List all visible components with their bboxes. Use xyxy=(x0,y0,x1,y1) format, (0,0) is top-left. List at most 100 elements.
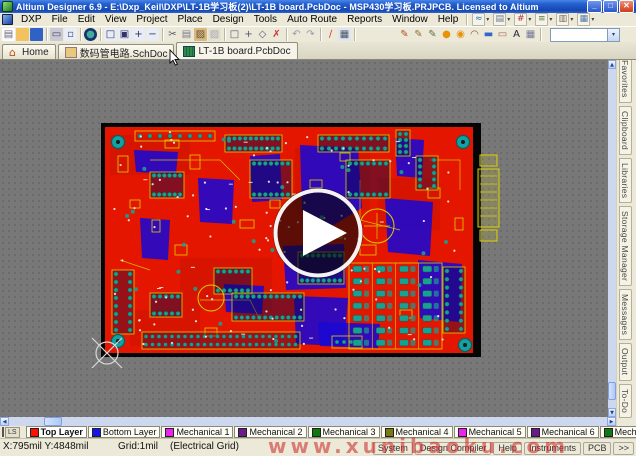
menu-tools[interactable]: Tools xyxy=(249,13,282,26)
move-object-icon[interactable]: + xyxy=(242,28,255,41)
zoom-fit-document-icon[interactable]: □ xyxy=(104,28,117,41)
menu-place[interactable]: Place xyxy=(173,13,208,26)
panel-tab-favorites[interactable]: Favorites xyxy=(619,60,632,103)
panel-tab-messages[interactable]: Messages xyxy=(619,289,632,340)
layer-tab-mechanical-2[interactable]: Mechanical 2 xyxy=(234,426,306,438)
layer-tab-top-layer[interactable]: Top Layer xyxy=(26,426,87,438)
undo-icon[interactable]: ↶ xyxy=(290,28,303,41)
zoom-in-icon[interactable]: + xyxy=(132,28,145,41)
document-options-icon[interactable]: ▤ xyxy=(493,13,506,26)
board-options-icon-dropdown[interactable]: ▾ xyxy=(570,16,573,23)
selection-filter-icon[interactable]: ≈ xyxy=(472,13,485,26)
select-area-icon[interactable]: □ xyxy=(228,28,241,41)
panel-tab-storage-manager[interactable]: Storage Manager xyxy=(619,206,632,286)
place-component-icon[interactable]: ▦ xyxy=(524,28,537,41)
panel-tab-clipboard[interactable]: Clipboard xyxy=(619,106,632,155)
document-options-icon-dropdown[interactable]: ▾ xyxy=(507,16,510,23)
close-button[interactable]: ✕ xyxy=(619,0,634,13)
play-button[interactable] xyxy=(273,188,363,278)
redo-icon[interactable]: ↷ xyxy=(304,28,317,41)
panel-tab-libraries[interactable]: Libraries xyxy=(619,158,632,203)
layer-tab-mechanical-3[interactable]: Mechanical 3 xyxy=(308,426,380,438)
place-string-icon[interactable]: A xyxy=(510,28,523,41)
layer-stack-icon[interactable]: ≡ xyxy=(535,13,548,26)
horizontal-scroll-thumb[interactable] xyxy=(44,417,62,426)
layer-tab-mechanical-4[interactable]: Mechanical 4 xyxy=(381,426,453,438)
save-icon[interactable] xyxy=(30,28,43,41)
snap-grid-icon-dropdown[interactable]: ▾ xyxy=(528,16,531,23)
print-icon[interactable]: ▭ xyxy=(50,28,63,41)
selection-filter-icon-dropdown[interactable]: ▾ xyxy=(486,16,489,23)
print-preview-icon[interactable]: ▫ xyxy=(64,28,77,41)
panel-button-pcb[interactable]: PCB xyxy=(583,442,612,455)
zoom-out-icon[interactable]: − xyxy=(146,28,159,41)
copy-icon[interactable]: ▤ xyxy=(180,28,193,41)
menu-help[interactable]: Help xyxy=(433,13,464,26)
grid-manager-icon-dropdown[interactable]: ▾ xyxy=(591,16,594,23)
line-tool-icon[interactable]: ∕ xyxy=(324,28,337,41)
new-document-icon[interactable]: ▤ xyxy=(2,28,15,41)
doc-tab-home[interactable]: ⌂Home xyxy=(2,44,56,59)
layer-tab-mechanical-7[interactable]: Mechanical 7 xyxy=(600,426,636,438)
interactive-routing-icon[interactable]: ✎ xyxy=(398,28,411,41)
place-fill-icon[interactable]: ▬ xyxy=(482,28,495,41)
menu-dxp[interactable]: DXP xyxy=(16,13,47,26)
place-pad-icon[interactable]: ● xyxy=(440,28,453,41)
panel-button-design-compiler[interactable]: Design Compiler xyxy=(415,442,492,455)
layer-stack-icon-dropdown[interactable]: ▾ xyxy=(549,16,552,23)
vertical-scrollbar[interactable]: ▲ ▼ xyxy=(608,60,616,417)
menu-file[interactable]: File xyxy=(47,13,73,26)
zoom-area-icon[interactable]: ▣ xyxy=(118,28,131,41)
vertical-scroll-thumb[interactable] xyxy=(608,382,616,400)
layer-tab-mechanical-1[interactable]: Mechanical 1 xyxy=(161,426,233,438)
route-differential-pair-icon[interactable]: ✎ xyxy=(412,28,425,41)
scroll-right-button[interactable]: ▶ xyxy=(607,417,616,426)
scroll-left-button[interactable]: ◀ xyxy=(0,417,9,426)
layer-select-combobox[interactable]: ▾ xyxy=(550,28,620,42)
panel-tab-to-do[interactable]: To-Do xyxy=(619,384,632,418)
layer-color-swatch xyxy=(458,428,467,437)
layer-tab-mechanical-6[interactable]: Mechanical 6 xyxy=(527,426,599,438)
place-arc-icon[interactable]: ◠ xyxy=(468,28,481,41)
menu-project[interactable]: Project xyxy=(131,13,172,26)
panel-button-instruments[interactable]: Instruments xyxy=(524,442,581,455)
clear-filter-icon[interactable]: ✗ xyxy=(270,28,283,41)
cross-probe-icon[interactable]: ▦ xyxy=(338,28,351,41)
panel-tab-output[interactable]: Output xyxy=(619,343,632,380)
browser-home-icon[interactable]: ● xyxy=(84,28,97,41)
snap-grid-icon[interactable]: # xyxy=(514,13,527,26)
menu-design[interactable]: Design xyxy=(208,13,249,26)
layer-select-dropdown-icon[interactable]: ▾ xyxy=(608,28,620,42)
panel-button-[interactable]: >> xyxy=(613,442,634,455)
menu-window[interactable]: Window xyxy=(387,13,433,26)
menu-auto-route[interactable]: Auto Route xyxy=(282,13,342,26)
scroll-up-button[interactable]: ▲ xyxy=(608,60,616,69)
layer-tab-mechanical-5[interactable]: Mechanical 5 xyxy=(454,426,526,438)
layer-select-value[interactable] xyxy=(550,28,608,42)
cut-icon[interactable]: ✂ xyxy=(166,28,179,41)
maximize-button[interactable]: □ xyxy=(603,0,618,13)
scroll-down-button[interactable]: ▼ xyxy=(608,408,616,417)
place-polygon-icon[interactable]: ▭ xyxy=(496,28,509,41)
reposition-icon[interactable]: ◇ xyxy=(256,28,269,41)
route-multiple-icon[interactable]: ✎ xyxy=(426,28,439,41)
menu-reports[interactable]: Reports xyxy=(342,13,387,26)
layer-sets-button[interactable]: LS xyxy=(5,427,20,438)
place-via-icon[interactable]: ◉ xyxy=(454,28,467,41)
current-layer-color-swatch[interactable] xyxy=(2,427,4,437)
grid-manager-icon[interactable]: ▦ xyxy=(577,13,590,26)
pcb-workspace[interactable] xyxy=(0,60,608,417)
paste-array-icon[interactable]: ▨ xyxy=(208,28,221,41)
panel-button-system[interactable]: System xyxy=(373,442,413,455)
minimize-button[interactable]: _ xyxy=(587,0,602,13)
menu-view[interactable]: View xyxy=(100,13,132,26)
open-document-icon[interactable] xyxy=(16,28,29,41)
panel-button-help[interactable]: Help xyxy=(493,442,522,455)
horizontal-scrollbar[interactable]: ◀ ▶ xyxy=(0,417,616,426)
board-options-icon[interactable]: ▥ xyxy=(556,13,569,26)
doc-tab-数码管电路-schdoc[interactable]: 数码管电路.SchDoc xyxy=(58,44,175,59)
paste-icon[interactable]: ▨ xyxy=(194,28,207,41)
doc-tab-lt-1b-board-pcbdoc[interactable]: LT-1B board.PcbDoc xyxy=(176,42,297,59)
layer-tab-bottom-layer[interactable]: Bottom Layer xyxy=(88,426,161,438)
menu-edit[interactable]: Edit xyxy=(73,13,100,26)
